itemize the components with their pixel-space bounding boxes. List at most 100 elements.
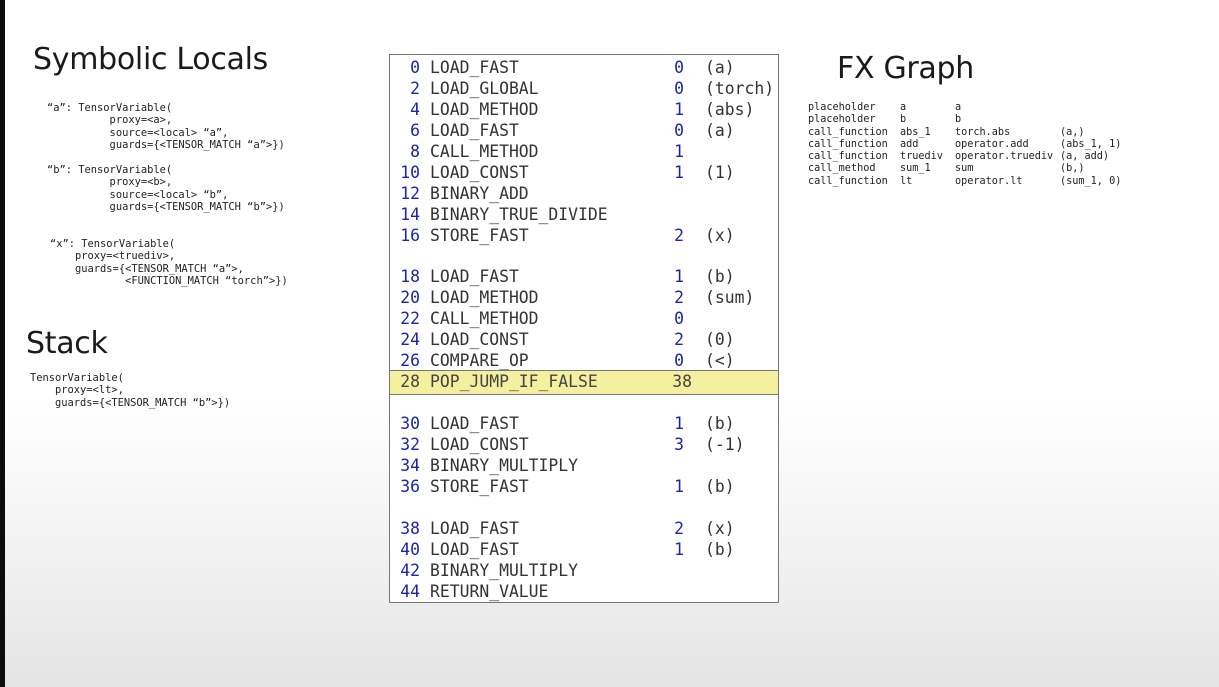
bytecode-row: 2 LOAD_GLOBAL 0 (torch): [390, 78, 778, 99]
bytecode-arg: 0: [674, 79, 684, 98]
bytecode-opname: BINARY_TRUE_DIVIDE: [430, 205, 608, 224]
fx-target: operator.add: [955, 138, 1029, 150]
bytecode-arg: 1: [674, 142, 684, 161]
fx-opcode: call_function: [808, 138, 888, 150]
bytecode-offset: 10: [400, 163, 420, 182]
fx-args: (a, add): [1060, 151, 1110, 163]
fx-opcode: call_function: [808, 151, 888, 163]
bytecode-argrepr: (a): [705, 121, 735, 140]
bytecode-offset: 26: [400, 351, 420, 370]
bytecode-opname: COMPARE_OP: [430, 351, 529, 370]
bytecode-arg: 1: [674, 477, 684, 496]
bytecode-row: 26 COMPARE_OP 0 (<): [390, 350, 778, 371]
bytecode-opname: LOAD_FAST: [430, 540, 519, 559]
bytecode-row: 18 LOAD_FAST 1 (b): [390, 266, 778, 287]
left-edge-bar: [0, 0, 5, 687]
bytecode-offset: 28: [400, 372, 420, 391]
bytecode-offset: 18: [400, 267, 420, 286]
fx-args: (abs_1, 1): [1060, 138, 1122, 150]
bytecode-offset: 16: [400, 226, 420, 245]
fx-name: a: [900, 102, 907, 113]
bytecode-row: 16 STORE_FAST 2 (x): [390, 225, 778, 246]
bytecode-opname: LOAD_FAST: [430, 121, 519, 140]
bytecode-opname: LOAD_FAST: [430, 267, 519, 286]
bytecode-argrepr: (x): [705, 226, 735, 245]
bytecode-arg: 1: [674, 414, 684, 433]
bytecode-arg: 1: [674, 267, 684, 286]
bytecode-arg: 0: [674, 351, 684, 370]
bytecode-arg: 38: [672, 372, 692, 391]
fx-name: b: [900, 114, 907, 126]
bytecode-opname: CALL_METHOD: [430, 142, 539, 161]
bytecode-argrepr: (a): [705, 58, 735, 77]
bytecode-offset: 12: [400, 184, 420, 203]
bytecode-opname: LOAD_GLOBAL: [430, 79, 539, 98]
bytecode-opname: LOAD_CONST: [430, 435, 529, 454]
fx-target: a: [955, 102, 962, 113]
bytecode-opname: STORE_FAST: [430, 226, 529, 245]
bytecode-row: 32 LOAD_CONST 3 (-1): [390, 434, 778, 455]
bytecode-arg: 0: [674, 309, 684, 328]
bytecode-argrepr: (b): [705, 477, 735, 496]
bytecode-argrepr: (b): [705, 540, 735, 559]
symbolic-local-a: “a”: TensorVariable( proxy=<a>, source=<…: [47, 102, 285, 152]
bytecode-arg: 0: [674, 121, 684, 140]
bytecode-argrepr: (-1): [705, 435, 745, 454]
bytecode-argrepr: (<): [705, 351, 735, 370]
fx-name: lt: [900, 175, 913, 187]
fx-opcode: call_method: [808, 163, 876, 175]
bytecode-offset: 24: [400, 330, 420, 349]
bytecode-row: 34 BINARY_MULTIPLY: [390, 455, 778, 476]
bytecode-offset: 0: [410, 58, 420, 77]
bytecode-argrepr: (torch): [705, 79, 775, 98]
stack-entry: TensorVariable( proxy=<lt>, guards={<TEN…: [30, 372, 231, 409]
fx-target: sum: [955, 163, 974, 175]
bytecode-opname: BINARY_MULTIPLY: [430, 561, 579, 580]
bytecode-offset: 38: [400, 519, 420, 538]
fx-args: (sum_1, 0): [1060, 175, 1122, 187]
symbolic-local-b: “b”: TensorVariable( proxy=<b>, source=<…: [47, 164, 285, 214]
bytecode-arg: 1: [674, 163, 684, 182]
bytecode-row: 12 BINARY_ADD: [390, 183, 778, 204]
fx-name: truediv: [900, 151, 943, 163]
bytecode-argrepr: (abs): [705, 100, 755, 119]
bytecode-arg: 1: [674, 540, 684, 559]
bytecode-argrepr: (b): [705, 414, 735, 433]
bytecode-row: 4 LOAD_METHOD 1 (abs): [390, 99, 778, 120]
bytecode-offset: 34: [400, 456, 420, 475]
fx-args: (a,): [1060, 126, 1085, 138]
symbolic-local-x: “x”: TensorVariable( proxy=<truediv>, gu…: [50, 238, 288, 288]
bytecode-argrepr: (1): [705, 163, 735, 182]
fx-opcode: placeholder: [808, 114, 876, 126]
bytecode-offset: 8: [410, 142, 420, 161]
bytecode-row: 22 CALL_METHOD 0: [390, 308, 778, 329]
bytecode-offset: 32: [400, 435, 420, 454]
bytecode-opname: STORE_FAST: [430, 477, 529, 496]
bytecode-row: 20 LOAD_METHOD 2 (sum): [390, 287, 778, 308]
fx-opcode: placeholder: [808, 102, 876, 113]
bytecode-offset: 6: [410, 121, 420, 140]
bytecode-opname: LOAD_FAST: [430, 58, 519, 77]
bytecode-argrepr: (sum): [705, 288, 755, 307]
bytecode-arg: 3: [674, 435, 684, 454]
bytecode-arg: 1: [674, 100, 684, 119]
bytecode-arg: 0: [674, 58, 684, 77]
bytecode-row: 36 STORE_FAST 1 (b): [390, 476, 778, 497]
bytecode-row: 38 LOAD_FAST 2 (x): [390, 518, 778, 539]
bytecode-offset: 4: [410, 100, 420, 119]
bytecode-opname: LOAD_METHOD: [430, 288, 539, 307]
fx-graph-title: FX Graph: [837, 51, 974, 86]
fx-args: (b,): [1060, 163, 1085, 175]
fx-opcode: call_function: [808, 126, 888, 138]
fx-target: torch.abs: [955, 126, 1011, 138]
bytecode-offset: 42: [400, 561, 420, 580]
bytecode-row: 14 BINARY_TRUE_DIVIDE: [390, 204, 778, 225]
bytecode-opname: LOAD_CONST: [430, 163, 529, 182]
bytecode-row: 0 LOAD_FAST 0 (a): [390, 57, 778, 78]
bytecode-offset: 20: [400, 288, 420, 307]
bytecode-row: 44 RETURN_VALUE: [390, 581, 778, 602]
fx-target: operator.truediv: [955, 151, 1054, 163]
bytecode-arg: 2: [674, 330, 684, 349]
bytecode-opname: RETURN_VALUE: [430, 582, 549, 601]
bytecode-arg: 2: [674, 519, 684, 538]
